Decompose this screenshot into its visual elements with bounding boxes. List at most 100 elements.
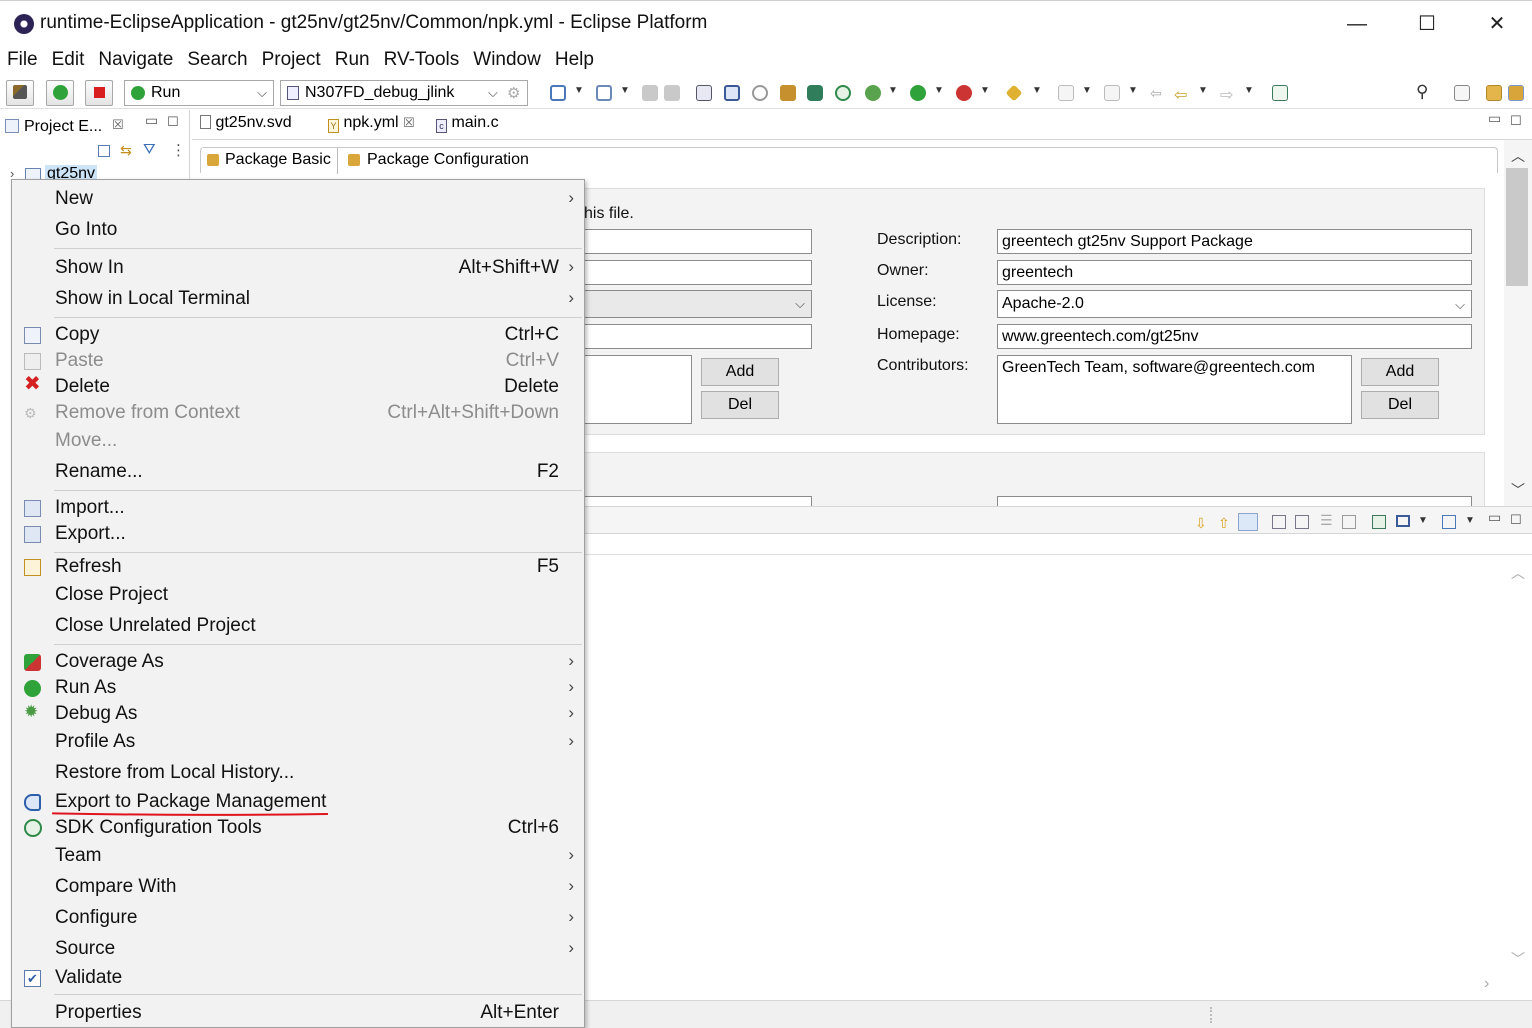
open-console-icon[interactable] xyxy=(1372,515,1386,529)
vendor-field[interactable] xyxy=(572,324,812,349)
menu-item-show-in-local-terminal[interactable]: Show in Local Terminal › xyxy=(12,286,584,312)
chevron-down-icon[interactable]: ▼ xyxy=(1244,85,1254,96)
pin-icon[interactable] xyxy=(1005,84,1023,102)
keywords-list[interactable] xyxy=(572,355,692,424)
gear-icon[interactable]: ⚙ xyxy=(507,82,520,106)
description-field[interactable]: greentech gt25nv Support Package xyxy=(997,229,1472,254)
type-select[interactable]: ⌵ xyxy=(572,290,812,318)
chevron-down-icon[interactable]: ▼ xyxy=(1128,85,1138,96)
build-button[interactable] xyxy=(6,80,34,106)
collapse-all-icon[interactable] xyxy=(98,145,110,157)
chevron-down-icon[interactable]: ▼ xyxy=(888,85,898,96)
save-all-icon[interactable] xyxy=(664,85,680,101)
debug-icon[interactable] xyxy=(865,85,881,101)
close-icon[interactable]: ☒ xyxy=(403,115,415,130)
sync-icon[interactable] xyxy=(752,85,768,101)
del-contributor-button[interactable]: Del xyxy=(1361,391,1439,419)
menu-item-import[interactable]: Import... xyxy=(12,495,584,521)
menu-item-refresh[interactable]: Refresh F5 xyxy=(12,554,584,580)
scroll-up-icon[interactable]: ︿ xyxy=(1511,146,1525,166)
database-icon[interactable] xyxy=(807,85,823,101)
scrollbar-thumb[interactable] xyxy=(1506,168,1528,286)
menu-item-show-in[interactable]: Show In Alt+Shift+W › xyxy=(12,255,584,281)
add-keyword-button[interactable]: Add xyxy=(701,358,779,386)
launch-mode-combo[interactable]: Run ⌵ xyxy=(124,80,274,106)
menu-item-run-as[interactable]: Run As › xyxy=(12,675,584,701)
link-with-editor-icon[interactable] xyxy=(1238,513,1258,531)
scroll-down-icon[interactable]: ﹀ xyxy=(1511,949,1525,969)
scroll-down-icon[interactable]: ﹀ xyxy=(1511,480,1525,500)
external-tools-icon[interactable] xyxy=(956,85,972,101)
project-explorer-tab[interactable]: Project E... xyxy=(24,118,102,136)
chevron-down-icon[interactable]: ▼ xyxy=(1082,85,1092,96)
terminal-icon[interactable] xyxy=(724,85,740,101)
prev-annotation-icon[interactable] xyxy=(1104,85,1120,101)
menu-item-paste[interactable]: Paste Ctrl+V xyxy=(12,348,584,374)
chevron-down-icon[interactable]: ▼ xyxy=(980,85,990,96)
launch-button[interactable] xyxy=(46,80,74,106)
console-scrollbar[interactable]: ︿ ﹀ xyxy=(1504,555,1532,975)
next-annotation-icon[interactable] xyxy=(1058,85,1074,101)
menu-item-export[interactable]: Export... xyxy=(12,521,584,547)
package-perspective-icon[interactable] xyxy=(1508,85,1524,101)
menu-item-delete[interactable]: ✖ Delete Delete xyxy=(12,374,584,400)
maximize-view-icon[interactable]: ☐ xyxy=(1510,113,1522,129)
subtab-package-configuration[interactable]: Package Configuration xyxy=(344,148,534,174)
menu-item-go-into[interactable]: Go Into xyxy=(12,217,584,243)
menu-project[interactable]: Project xyxy=(255,46,328,76)
partial-field[interactable] xyxy=(572,496,812,506)
tab-gt25nv-svd[interactable]: gt25nv.svd xyxy=(200,114,292,140)
menu-item-sdk-configuration-tools[interactable]: SDK Configuration Tools Ctrl+6 xyxy=(12,815,584,841)
chevron-down-icon[interactable]: ▼ xyxy=(620,85,630,96)
filter-icon[interactable]: ⛛ xyxy=(143,141,156,158)
chevron-down-icon[interactable]: ▼ xyxy=(1418,515,1428,526)
menu-item-close-project[interactable]: Close Project xyxy=(12,582,584,608)
maximize-view-icon[interactable]: ☐ xyxy=(167,114,179,130)
minimize-view-icon[interactable]: ▭ xyxy=(145,112,158,129)
close-window-button[interactable]: ✕ xyxy=(1474,9,1520,39)
menu-item-new[interactable]: New › xyxy=(12,186,584,212)
menu-help[interactable]: Help xyxy=(548,46,601,76)
version-field[interactable] xyxy=(572,260,812,285)
globe-icon[interactable] xyxy=(835,85,851,101)
search-icon[interactable]: ⚲ xyxy=(1416,82,1432,101)
menu-run[interactable]: Run xyxy=(328,46,377,76)
open-external-icon[interactable] xyxy=(1272,85,1288,101)
menu-file[interactable]: File xyxy=(0,46,45,76)
del-keyword-button[interactable]: Del xyxy=(701,391,779,419)
menu-item-source[interactable]: Source › xyxy=(12,936,584,962)
menu-item-team[interactable]: Team › xyxy=(12,843,584,869)
menu-window[interactable]: Window xyxy=(466,46,548,76)
open-perspective-icon[interactable] xyxy=(1454,85,1470,101)
clear-icon[interactable] xyxy=(1342,515,1356,529)
menu-item-close-unrelated-project[interactable]: Close Unrelated Project xyxy=(12,613,584,639)
chevron-down-icon[interactable]: ▼ xyxy=(1465,515,1475,526)
menu-item-restore-from-local-history[interactable]: Restore from Local History... xyxy=(12,760,584,786)
cpp-perspective-icon[interactable] xyxy=(1486,85,1502,101)
chevron-down-icon[interactable]: ▼ xyxy=(1032,85,1042,96)
scroll-right-icon[interactable]: › xyxy=(1484,975,1489,993)
minimize-view-icon[interactable]: ▭ xyxy=(1488,509,1501,526)
scroll-up-icon[interactable]: ︿ xyxy=(1511,563,1525,583)
menu-edit[interactable]: Edit xyxy=(45,46,92,76)
launch-config-combo[interactable]: N307FD_debug_jlink ⌵ ⚙ xyxy=(280,80,528,106)
name-field[interactable] xyxy=(572,229,812,254)
owner-field[interactable]: greentech xyxy=(997,260,1472,285)
binary-icon[interactable] xyxy=(696,85,712,101)
contributors-list[interactable]: GreenTech Team, software@greentech.com xyxy=(997,355,1352,424)
tab-npk-yml[interactable]: Y npk.yml ☒ xyxy=(328,114,415,140)
menu-rv-tools[interactable]: RV-Tools xyxy=(377,46,467,76)
display-icon[interactable] xyxy=(1396,515,1410,527)
close-icon[interactable]: ☒ xyxy=(112,117,124,133)
stop-button[interactable] xyxy=(85,80,113,106)
run-icon[interactable] xyxy=(910,85,926,101)
menu-item-compare-with[interactable]: Compare With › xyxy=(12,874,584,900)
maximize-view-icon[interactable]: ☐ xyxy=(1510,512,1522,528)
menu-navigate[interactable]: Navigate xyxy=(91,46,180,76)
maximize-button[interactable]: ☐ xyxy=(1404,9,1450,39)
arrow-down-icon[interactable]: ⇩ xyxy=(1195,515,1207,532)
chevron-down-icon[interactable]: ▼ xyxy=(574,85,584,96)
menu-item-remove-from-context[interactable]: ⚙ Remove from Context Ctrl+Alt+Shift+Dow… xyxy=(12,400,584,426)
menu-search[interactable]: Search xyxy=(180,46,254,76)
view-menu-icon[interactable]: ⋮ xyxy=(171,141,186,159)
